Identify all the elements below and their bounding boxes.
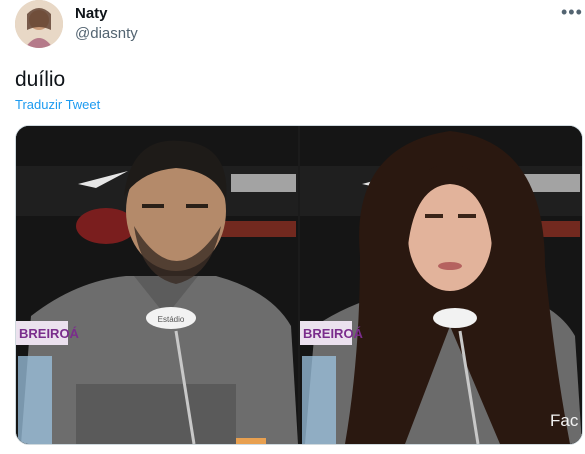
- tweet-media[interactable]: Estádio BREIROÁ BREIROÁ Fac: [15, 125, 583, 445]
- more-icon[interactable]: •••: [561, 2, 583, 23]
- sponsor-text-left: BREIROÁ: [19, 326, 80, 341]
- translate-tweet-link[interactable]: Traduzir Tweet: [15, 97, 100, 112]
- photo-right[interactable]: BREIROÁ Fac: [300, 126, 582, 444]
- photo-left[interactable]: Estádio BREIROÁ: [16, 126, 298, 444]
- author-handle[interactable]: @diasnty: [75, 25, 138, 42]
- tweet-text: duílio: [15, 68, 66, 91]
- watermark-text: Fac: [550, 411, 579, 430]
- author-name[interactable]: Naty: [75, 5, 108, 22]
- mic-label: Estádio: [158, 315, 185, 324]
- sponsor-text-right: BREIROÁ: [303, 326, 364, 341]
- author-avatar[interactable]: [15, 0, 63, 48]
